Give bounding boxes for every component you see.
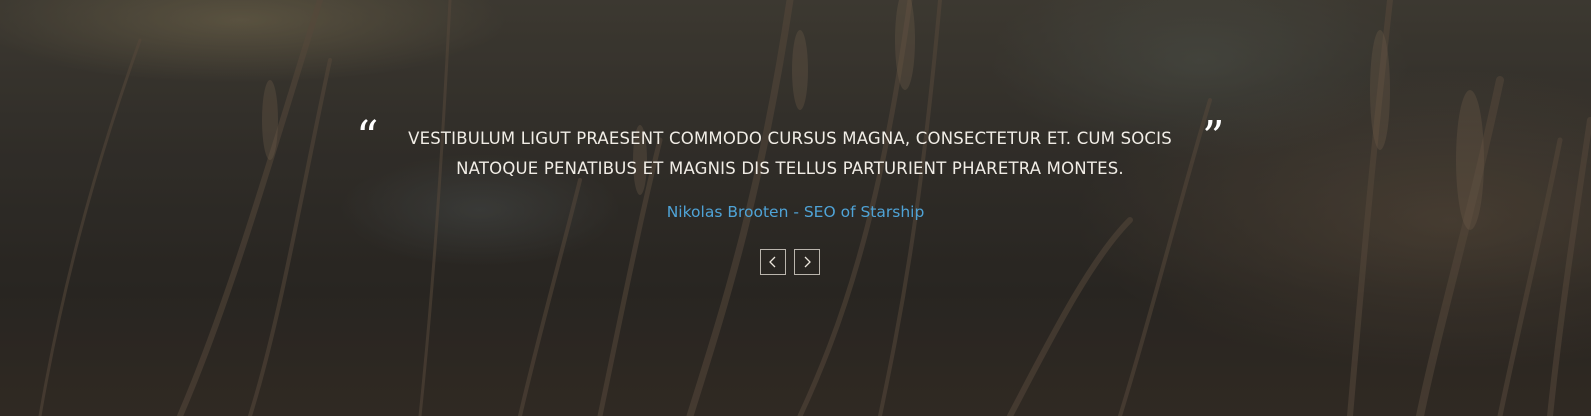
close-quote-icon: ” — [1202, 112, 1225, 163]
testimonial-section: “ VESTIBULUM LIGUT PRAESENT COMMODO CURS… — [0, 0, 1591, 416]
next-testimonial-button[interactable] — [794, 249, 820, 275]
testimonial-quote: VESTIBULUM LIGUT PRAESENT COMMODO CURSUS… — [408, 129, 1172, 178]
testimonial-content: “ VESTIBULUM LIGUT PRAESENT COMMODO CURS… — [0, 0, 1591, 416]
chevron-left-icon — [769, 256, 776, 268]
open-quote-icon: “ — [356, 112, 379, 163]
testimonial-author: Nikolas Brooten - SEO of Starship — [666, 203, 925, 221]
previous-testimonial-button[interactable] — [760, 249, 786, 275]
chevron-right-icon — [804, 256, 811, 268]
